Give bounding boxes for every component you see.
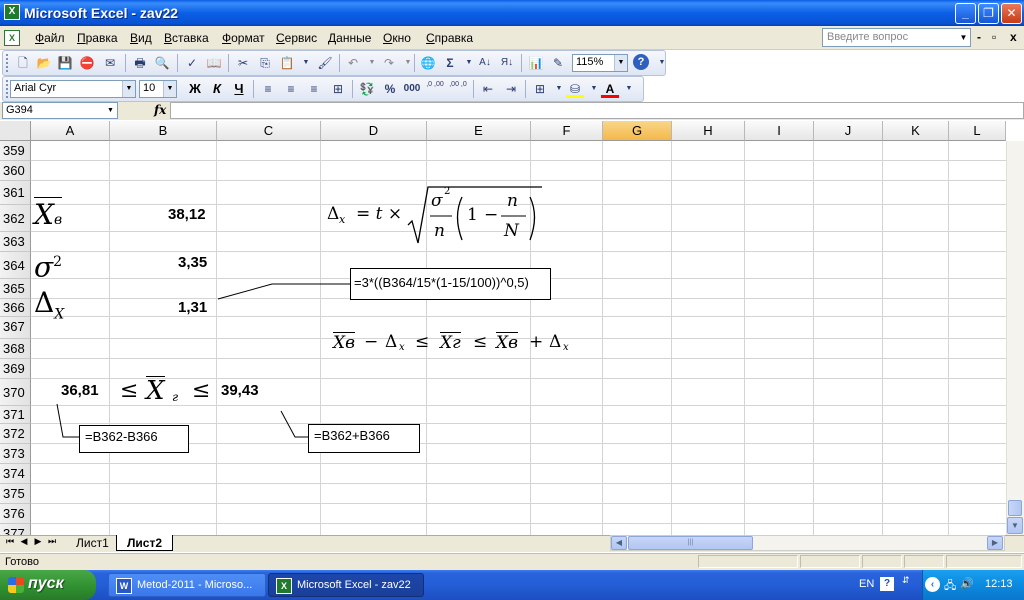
excel-icon: X <box>276 578 292 594</box>
last-sheet-icon[interactable]: ⏭ <box>46 536 58 547</box>
scroll-down-icon[interactable]: ▼ <box>1007 517 1023 534</box>
vertical-scroll-thumb[interactable] <box>1008 500 1022 516</box>
sheet-tab-list1[interactable]: Лист1 <box>66 535 119 551</box>
status-text: Готово <box>5 556 39 568</box>
language-indicator[interactable]: EN <box>859 578 874 590</box>
next-sheet-icon[interactable]: ▶ <box>32 536 44 547</box>
formula-note-upper[interactable]: =B362+B366 <box>308 424 420 453</box>
network-icon[interactable]: 🖧 <box>944 577 956 596</box>
clock: 12:13 <box>985 578 1013 590</box>
formula-note-delta[interactable]: =3*((B364/15*(1-15/100))^0,5) <box>350 268 551 300</box>
callout-leaders <box>56 283 350 438</box>
language-help-icon[interactable]: ? <box>880 577 894 591</box>
tray-expand-icon[interactable]: ‹ <box>925 577 940 592</box>
word-icon: W <box>116 578 132 594</box>
taskbar-item-word[interactable]: W Metod-2011 - Microso... <box>108 573 266 597</box>
formula-note-lower[interactable]: =B362-B366 <box>79 425 189 453</box>
horizontal-scroll-thumb[interactable]: ||| <box>628 536 753 550</box>
volume-icon[interactable]: 🔊 <box>960 577 974 590</box>
windows-logo-icon <box>8 577 24 593</box>
scroll-right-icon[interactable]: ▶ <box>987 536 1003 550</box>
prev-sheet-icon[interactable]: ◀ <box>18 536 30 547</box>
taskbar-item-excel[interactable]: X Microsoft Excel - zav22 <box>268 573 424 597</box>
scroll-left-icon[interactable]: ◀ <box>611 536 627 550</box>
start-button[interactable]: пуск <box>0 570 96 600</box>
language-options-icon[interactable]: ⇵ <box>902 575 910 586</box>
vertical-scrollbar[interactable] <box>1006 141 1024 535</box>
first-sheet-icon[interactable]: ⏮ <box>4 536 16 547</box>
sheet-tab-list2[interactable]: Лист2 <box>116 535 174 551</box>
